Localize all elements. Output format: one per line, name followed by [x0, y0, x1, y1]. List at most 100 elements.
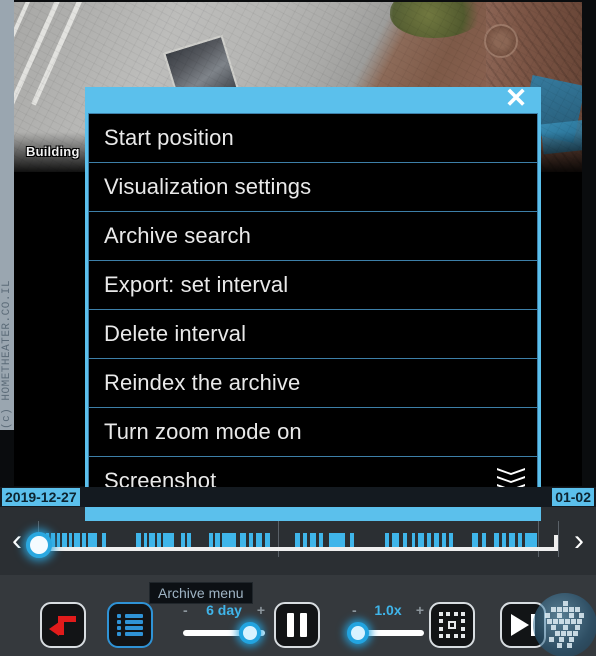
- speed-slider-track[interactable]: [346, 622, 424, 644]
- timeline-segment[interactable]: [392, 533, 399, 547]
- close-icon[interactable]: ✕: [501, 83, 531, 113]
- day-slider-header: - 6 day +: [183, 602, 265, 620]
- timeline-segment[interactable]: [187, 533, 191, 547]
- next-chevron-icon[interactable]: ›: [566, 526, 592, 557]
- radar-speckle: [563, 607, 568, 612]
- dialog-header: ✕: [85, 83, 541, 113]
- radar-speckle: [573, 631, 578, 636]
- timeline-segment[interactable]: [385, 533, 389, 547]
- grid-dot: [446, 633, 451, 638]
- day-slider-knob[interactable]: [239, 622, 262, 644]
- menu-item-turn-zoom-mode-on[interactable]: Turn zoom mode on: [88, 407, 538, 457]
- timeline-segment[interactable]: [502, 533, 506, 547]
- timeline-position-handle[interactable]: [26, 532, 52, 558]
- timeline-segment[interactable]: [329, 533, 345, 547]
- day-range-slider[interactable]: - 6 day +: [183, 602, 265, 644]
- timeline-segment[interactable]: [181, 533, 185, 547]
- timeline-segment[interactable]: [295, 533, 300, 547]
- grid-layout-button[interactable]: [429, 602, 475, 648]
- timeline-segment[interactable]: [74, 533, 80, 547]
- timeline[interactable]: 2019-12-27 01-02 ‹ ›: [0, 487, 596, 575]
- timeline-segment[interactable]: [518, 533, 522, 547]
- timeline-segment[interactable]: [157, 533, 161, 547]
- menu-item-start-position[interactable]: Start position: [88, 113, 538, 163]
- radar-speckle: [557, 613, 562, 618]
- radar-speckle: [569, 607, 574, 612]
- pavement-marking: [14, 2, 61, 119]
- radar-speckle: [547, 619, 552, 624]
- menu-item-delete-interval[interactable]: Delete interval: [88, 309, 538, 359]
- timeline-segment[interactable]: [509, 533, 515, 547]
- menu-item-reindex-the-archive[interactable]: Reindex the archive: [88, 358, 538, 408]
- timeline-segment[interactable]: [88, 533, 97, 547]
- timeline-segment[interactable]: [256, 533, 262, 547]
- play-to-end-button[interactable]: [500, 602, 546, 648]
- speed-increase-button[interactable]: +: [416, 602, 424, 618]
- timeline-segment[interactable]: [57, 533, 60, 547]
- timeline-segment[interactable]: [163, 533, 174, 547]
- menu-item-export-set-interval[interactable]: Export: set interval: [88, 260, 538, 310]
- grid-dot: [460, 626, 465, 631]
- play-to-end-icon: [511, 614, 535, 636]
- speed-slider[interactable]: - 1.0x +: [346, 602, 424, 644]
- menu-item-visualization-settings[interactable]: Visualization settings: [88, 162, 538, 212]
- timeline-selection-band[interactable]: [85, 507, 541, 521]
- menu-item-archive-search[interactable]: Archive search: [88, 211, 538, 261]
- watermark-text: (c) HOMETHEATER.CO.IL: [1, 279, 13, 429]
- timeline-segment[interactable]: [427, 533, 431, 547]
- timeline-segment[interactable]: [215, 533, 220, 547]
- radar-speckle: [563, 601, 568, 606]
- day-slider-value: 6 day: [206, 602, 242, 618]
- menu-item-label: Visualization settings: [104, 174, 312, 199]
- timeline-segment[interactable]: [472, 533, 478, 547]
- timeline-segment[interactable]: [136, 533, 141, 547]
- speed-slider-knob[interactable]: [346, 622, 369, 644]
- pause-button[interactable]: [274, 602, 320, 648]
- grid-dot: [460, 612, 465, 616]
- timeline-segment[interactable]: [442, 533, 446, 547]
- foliage-patch: [390, 2, 486, 38]
- timeline-segment[interactable]: [82, 533, 86, 547]
- radar-speckle: [565, 619, 570, 624]
- timeline-segment[interactable]: [525, 533, 537, 547]
- timeline-segment[interactable]: [412, 533, 415, 547]
- timeline-gridline: [278, 521, 279, 557]
- archive-menu-button[interactable]: [107, 602, 153, 648]
- timeline-segment[interactable]: [69, 533, 72, 547]
- timeline-segment[interactable]: [249, 533, 253, 547]
- day-slider-track[interactable]: [183, 622, 265, 644]
- menu-item-label: Turn zoom mode on: [104, 419, 302, 444]
- speed-slider-value: 1.0x: [374, 602, 402, 618]
- timeline-segment[interactable]: [319, 533, 323, 547]
- timeline-segment[interactable]: [434, 533, 439, 547]
- day-decrease-button[interactable]: -: [183, 602, 188, 618]
- timeline-segment[interactable]: [149, 533, 155, 547]
- grid-dot: [460, 633, 465, 638]
- grid-dot: [439, 633, 443, 638]
- radar-speckle: [579, 613, 584, 618]
- back-arrow-icon: [49, 614, 77, 636]
- timeline-segment[interactable]: [222, 533, 236, 547]
- timeline-segment[interactable]: [102, 533, 106, 547]
- timeline-segment[interactable]: [303, 533, 307, 547]
- timeline-track[interactable]: ‹ ›: [0, 521, 596, 561]
- timeline-segment[interactable]: [310, 533, 316, 547]
- timeline-segment[interactable]: [403, 533, 407, 547]
- timeline-segment[interactable]: [449, 533, 453, 547]
- timeline-segment[interactable]: [209, 533, 213, 547]
- back-button[interactable]: [40, 602, 86, 648]
- timeline-segment[interactable]: [482, 533, 486, 547]
- grid-layout-icon: [439, 612, 465, 638]
- speed-decrease-button[interactable]: -: [352, 602, 357, 618]
- timeline-segment[interactable]: [240, 533, 246, 547]
- timeline-segment[interactable]: [494, 533, 499, 547]
- radar-speckle: [551, 607, 556, 612]
- day-increase-button[interactable]: +: [257, 602, 265, 618]
- timeline-segment[interactable]: [62, 533, 67, 547]
- timeline-rail-cap: [554, 535, 558, 551]
- radar-speckle: [567, 631, 572, 636]
- timeline-segment[interactable]: [418, 533, 424, 547]
- timeline-segment[interactable]: [350, 533, 354, 547]
- timeline-segment[interactable]: [144, 533, 147, 547]
- timeline-segment[interactable]: [265, 533, 270, 547]
